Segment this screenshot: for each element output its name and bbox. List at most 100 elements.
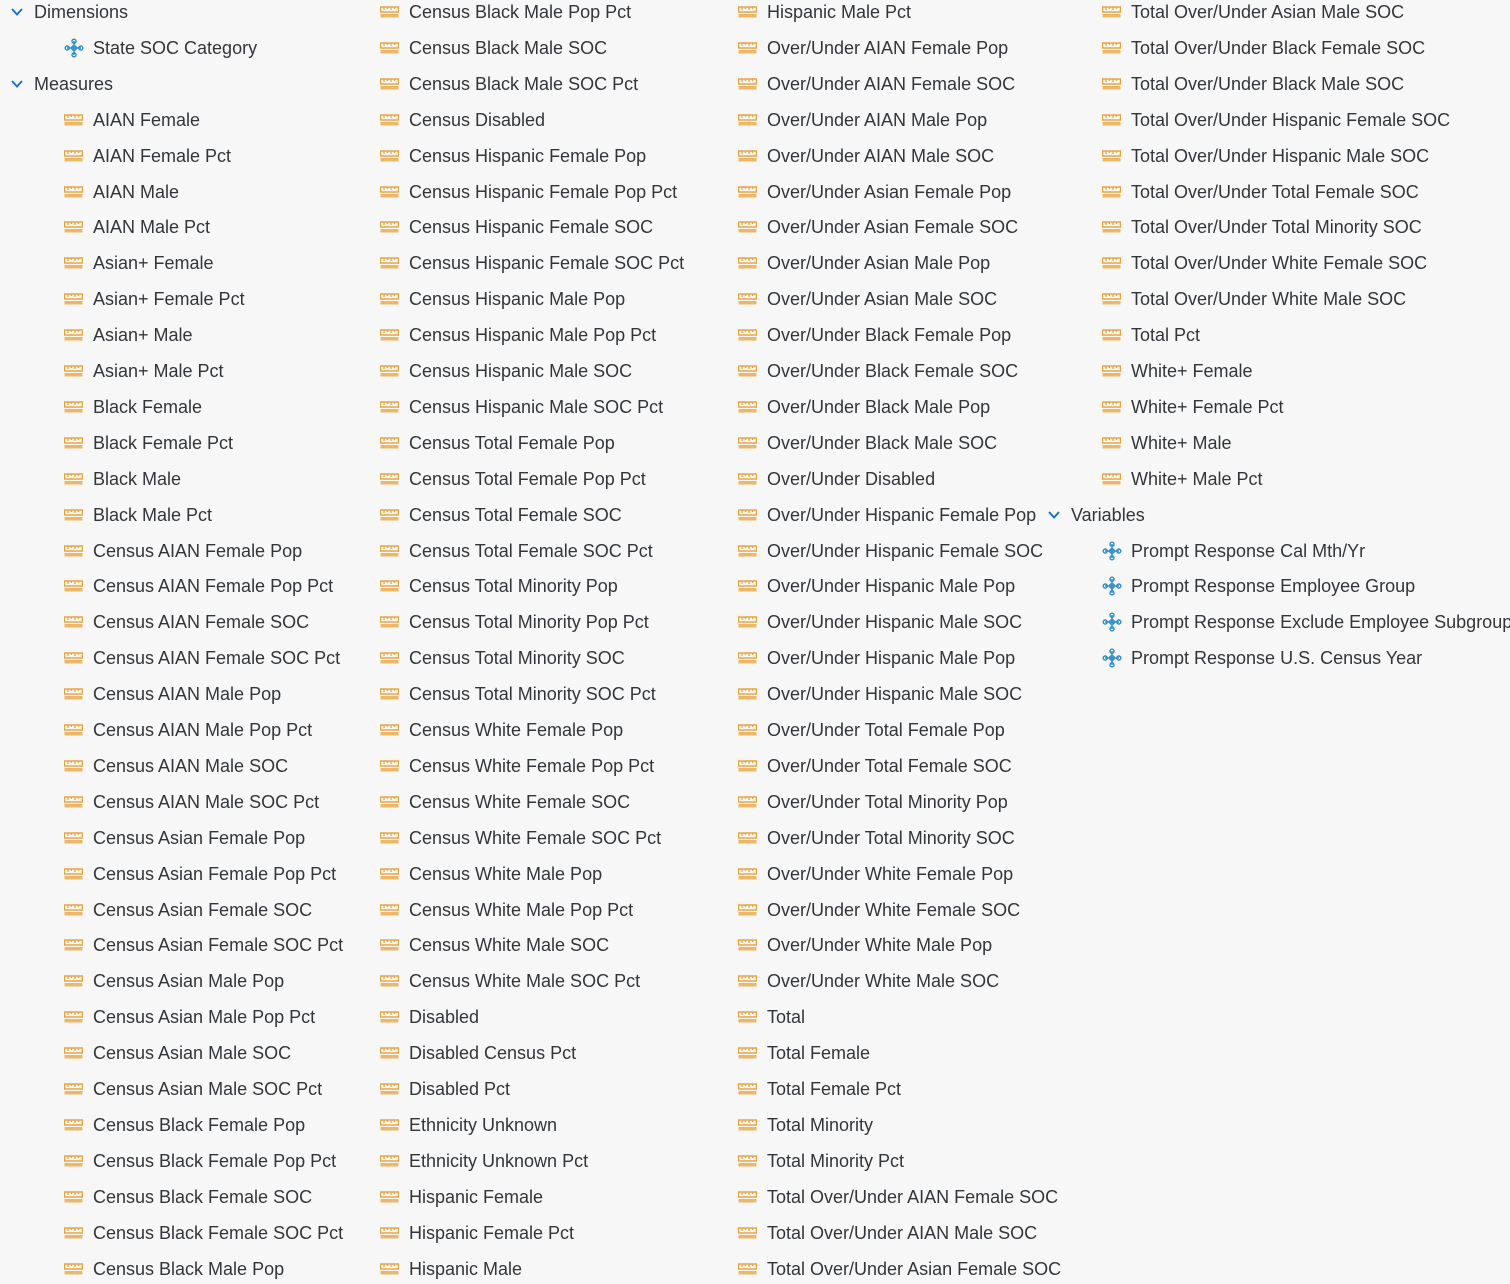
- tree-item-measure[interactable]: Total Over/Under Total Female SOC: [1102, 177, 1419, 207]
- tree-item-measure[interactable]: Census AIAN Female SOC: [64, 607, 309, 637]
- tree-item-measure[interactable]: Over/Under Hispanic Male SOC: [738, 679, 1022, 709]
- chevron-down-icon[interactable]: [10, 5, 24, 19]
- tree-item-measure[interactable]: Census White Male SOC Pct: [380, 966, 640, 996]
- tree-item-measure[interactable]: Census Asian Male Pop: [64, 966, 284, 996]
- tree-item-measure[interactable]: White+ Male Pct: [1102, 464, 1263, 494]
- tree-item-measure[interactable]: Census AIAN Female Pop: [64, 536, 302, 566]
- tree-item-measure[interactable]: Over/Under Black Female Pop: [738, 320, 1011, 350]
- tree-item-measure[interactable]: Black Male Pct: [64, 500, 212, 530]
- tree-item-measure[interactable]: Over/Under AIAN Female Pop: [738, 33, 1008, 63]
- tree-item-measure[interactable]: Census Black Female Pop Pct: [64, 1146, 336, 1176]
- tree-item-measure[interactable]: AIAN Male Pct: [64, 212, 210, 242]
- tree-item-measure[interactable]: Census Asian Female SOC: [64, 895, 312, 925]
- tree-item-measure[interactable]: Over/Under Hispanic Male SOC: [738, 607, 1022, 637]
- chevron-down-icon[interactable]: [10, 77, 24, 91]
- tree-item-measure[interactable]: Total Over/Under Asian Female SOC: [738, 1254, 1061, 1284]
- tree-item-measure[interactable]: Census Hispanic Male Pop: [380, 284, 625, 314]
- tree-item-measure[interactable]: Over/Under Black Female SOC: [738, 356, 1018, 386]
- tree-item-measure[interactable]: White+ Female Pct: [1102, 392, 1284, 422]
- tree-item-measure[interactable]: Over/Under Total Minority Pop: [738, 787, 1008, 817]
- tree-item-measure[interactable]: Over/Under Total Female Pop: [738, 715, 1005, 745]
- tree-item-measure[interactable]: Over/Under AIAN Female SOC: [738, 69, 1015, 99]
- tree-item-measure[interactable]: Census Black Female Pop: [64, 1110, 305, 1140]
- tree-item-measure[interactable]: Over/Under Total Minority SOC: [738, 823, 1015, 853]
- tree-item-measure[interactable]: Over/Under Hispanic Male Pop: [738, 643, 1015, 673]
- tree-item-variable[interactable]: Prompt Response Exclude Employee Subgrou…: [1102, 607, 1510, 637]
- tree-item-variable[interactable]: Prompt Response Employee Group: [1102, 571, 1415, 601]
- tree-item-measure[interactable]: Census Total Female SOC Pct: [380, 536, 653, 566]
- tree-item-measure[interactable]: Asian+ Female: [64, 248, 214, 278]
- tree-item-measure[interactable]: Asian+ Male: [64, 320, 193, 350]
- tree-item-variable[interactable]: Prompt Response U.S. Census Year: [1102, 643, 1422, 673]
- tree-item-measure[interactable]: Census Asian Male SOC Pct: [64, 1074, 322, 1104]
- tree-item-measure[interactable]: Total Over/Under Hispanic Male SOC: [1102, 141, 1429, 171]
- tree-item-measure[interactable]: Disabled: [380, 1002, 479, 1032]
- tree-item-measure[interactable]: Over/Under AIAN Male Pop: [738, 105, 987, 135]
- tree-item-measure[interactable]: Hispanic Female: [380, 1182, 543, 1212]
- tree-item-measure[interactable]: Census White Male Pop Pct: [380, 895, 633, 925]
- tree-item-measure[interactable]: Hispanic Male Pct: [738, 0, 911, 27]
- tree-item-measure[interactable]: Total Female: [738, 1038, 870, 1068]
- tree-item-measure[interactable]: Total Over/Under White Female SOC: [1102, 248, 1427, 278]
- tree-item-measure[interactable]: Over/Under Asian Female Pop: [738, 177, 1011, 207]
- tree-item-measure[interactable]: Total Over/Under Black Male SOC: [1102, 69, 1404, 99]
- tree-item-measure[interactable]: Census Black Male Pop: [64, 1254, 284, 1284]
- tree-item-measure[interactable]: Asian+ Male Pct: [64, 356, 224, 386]
- tree-item-measure[interactable]: Census Black Male Pop Pct: [380, 0, 631, 27]
- tree-item-measure[interactable]: Census AIAN Male SOC Pct: [64, 787, 319, 817]
- tree-item-measure[interactable]: Total Over/Under White Male SOC: [1102, 284, 1406, 314]
- tree-item-measure[interactable]: Census White Male SOC: [380, 930, 609, 960]
- tree-item-measure[interactable]: Black Female: [64, 392, 202, 422]
- tree-item-measure[interactable]: Census Asian Female Pop: [64, 823, 305, 853]
- tree-item-measure[interactable]: Census Disabled: [380, 105, 545, 135]
- tree-item-measure[interactable]: Total Over/Under Black Female SOC: [1102, 33, 1425, 63]
- tree-item-measure[interactable]: AIAN Female Pct: [64, 141, 231, 171]
- tree-item-measure[interactable]: Total Over/Under Asian Male SOC: [1102, 0, 1404, 27]
- tree-item-measure[interactable]: Over/Under Asian Male SOC: [738, 284, 997, 314]
- tree-item-measure[interactable]: Census Total Minority Pop: [380, 571, 618, 601]
- tree-item-measure[interactable]: Census White Female SOC: [380, 787, 630, 817]
- tree-item-measure[interactable]: Census AIAN Female Pop Pct: [64, 571, 333, 601]
- tree-item-measure[interactable]: Census Hispanic Male SOC Pct: [380, 392, 663, 422]
- tree-item-measure[interactable]: Over/Under AIAN Male SOC: [738, 141, 994, 171]
- section-measures[interactable]: Measures: [10, 69, 113, 99]
- tree-item-measure[interactable]: Over/Under Hispanic Male Pop: [738, 571, 1015, 601]
- tree-item-measure[interactable]: Census Black Male SOC: [380, 33, 607, 63]
- tree-item-measure[interactable]: Total Over/Under AIAN Female SOC: [738, 1182, 1058, 1212]
- tree-item-measure[interactable]: Over/Under Hispanic Female SOC: [738, 536, 1043, 566]
- tree-item-measure[interactable]: Census Total Minority SOC: [380, 643, 625, 673]
- tree-item-measure[interactable]: Total Minority Pct: [738, 1146, 904, 1176]
- section-variables[interactable]: Variables: [1047, 500, 1145, 530]
- tree-item-measure[interactable]: Disabled Census Pct: [380, 1038, 576, 1068]
- tree-item-measure[interactable]: Census Black Male SOC Pct: [380, 69, 638, 99]
- tree-item-measure[interactable]: Over/Under Hispanic Female Pop: [738, 500, 1036, 530]
- tree-item-measure[interactable]: Over/Under Total Female SOC: [738, 751, 1012, 781]
- tree-item-measure[interactable]: Census Hispanic Female Pop: [380, 141, 646, 171]
- tree-item-measure[interactable]: Asian+ Female Pct: [64, 284, 245, 314]
- tree-item-measure[interactable]: Over/Under Asian Male Pop: [738, 248, 990, 278]
- tree-item-measure[interactable]: Census Hispanic Female SOC Pct: [380, 248, 684, 278]
- tree-item-measure[interactable]: Census Black Female SOC: [64, 1182, 312, 1212]
- tree-item-measure[interactable]: Census Total Female SOC: [380, 500, 622, 530]
- tree-item-measure[interactable]: Census AIAN Male SOC: [64, 751, 288, 781]
- tree-item-measure[interactable]: Census Total Female Pop Pct: [380, 464, 646, 494]
- tree-item-measure[interactable]: Total Female Pct: [738, 1074, 901, 1104]
- tree-item-measure[interactable]: Black Female Pct: [64, 428, 233, 458]
- tree-item-measure[interactable]: Census Asian Female Pop Pct: [64, 859, 336, 889]
- tree-item-measure[interactable]: Census Asian Female SOC Pct: [64, 930, 343, 960]
- tree-item-measure[interactable]: Census Hispanic Female Pop Pct: [380, 177, 677, 207]
- tree-item-measure[interactable]: Black Male: [64, 464, 181, 494]
- tree-item-measure[interactable]: Total Over/Under Hispanic Female SOC: [1102, 105, 1450, 135]
- tree-item-measure[interactable]: Over/Under White Female Pop: [738, 859, 1013, 889]
- tree-item-measure[interactable]: Census Hispanic Female SOC: [380, 212, 653, 242]
- tree-item-measure[interactable]: Over/Under Black Male SOC: [738, 428, 997, 458]
- tree-item-measure[interactable]: Census AIAN Male Pop Pct: [64, 715, 312, 745]
- tree-item-measure[interactable]: Census AIAN Male Pop: [64, 679, 281, 709]
- tree-item-measure[interactable]: White+ Male: [1102, 428, 1232, 458]
- tree-item-measure[interactable]: Census Hispanic Male SOC: [380, 356, 632, 386]
- tree-item-measure[interactable]: Census Total Female Pop: [380, 428, 615, 458]
- tree-item-measure[interactable]: Census Asian Male SOC: [64, 1038, 291, 1068]
- tree-item-measure[interactable]: Census AIAN Female SOC Pct: [64, 643, 340, 673]
- tree-item-measure[interactable]: Census White Female Pop: [380, 715, 623, 745]
- tree-item-variable[interactable]: Prompt Response Cal Mth/Yr: [1102, 536, 1365, 566]
